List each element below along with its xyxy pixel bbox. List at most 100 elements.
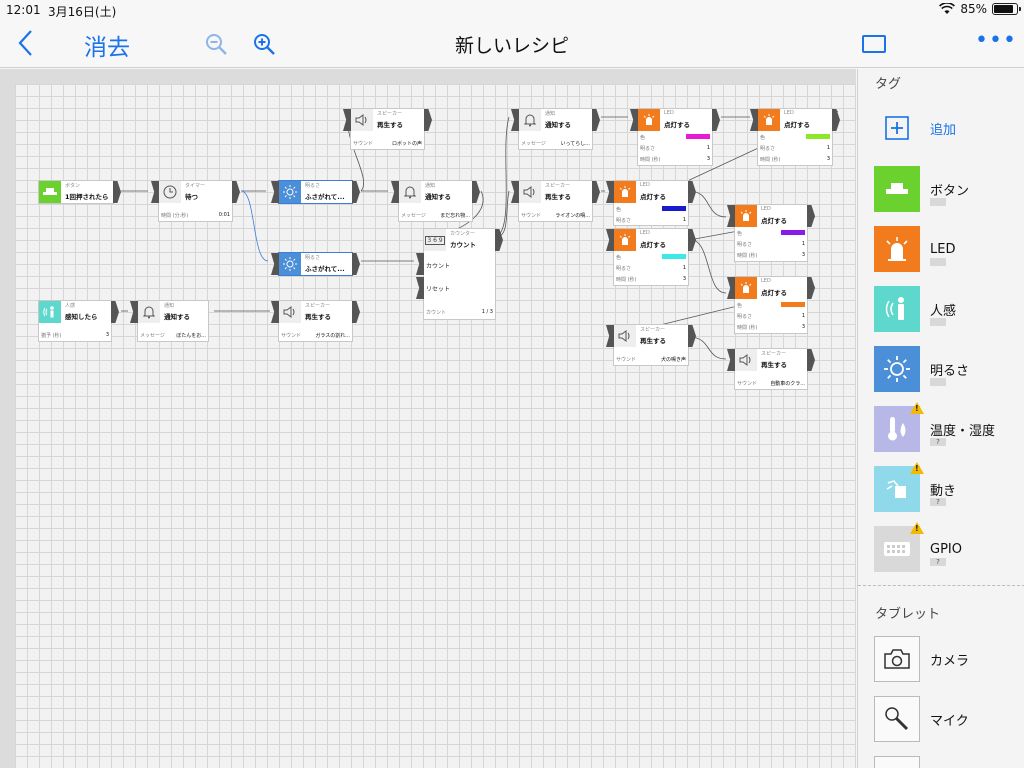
temperature-icon — [874, 402, 924, 452]
tag-item-button[interactable]: ボタン — [874, 165, 1024, 213]
row-label: サウンド — [737, 381, 758, 387]
node-row-bright: 明るさ 1 — [616, 265, 686, 272]
brightness-icon — [279, 253, 301, 275]
row-label: サウンド — [521, 213, 542, 219]
node-category: LED — [761, 206, 771, 212]
row-value: ガラスの割れ... — [315, 333, 350, 339]
status-date: 3月16日(土) — [48, 5, 117, 19]
wifi-icon — [939, 3, 956, 14]
tablet-item-camera[interactable]: カメラ — [874, 635, 1024, 683]
speaker-node-glass[interactable]: スピーカー 再生する サウンド ガラスの割れ... — [271, 300, 360, 342]
tag-battery-badge — [930, 258, 946, 266]
node-category: カウンター — [450, 231, 476, 237]
recipe-canvas[interactable]: ボタン 1回押されたら タイマー 待つ 時間 (分:秒) 0:01 明るさ ふさが… — [0, 69, 856, 768]
node-row-bright: 明るさ 1 — [737, 241, 805, 248]
node-action: 感知したら — [65, 313, 98, 321]
frame-view-button[interactable] — [862, 35, 886, 53]
node-action: 通知する — [425, 193, 451, 201]
row-label: サウンド — [616, 357, 637, 363]
erase-button[interactable]: 消去 — [84, 28, 130, 62]
tag-status-badge: ? — [930, 558, 946, 566]
led-node-1[interactable]: LED 点灯する 色 明るさ 1 時間 (秒) 3 — [630, 108, 720, 166]
row-value: まだ忘れ物... — [440, 213, 470, 219]
camera-icon — [874, 636, 920, 682]
led-node-5[interactable]: LED 点灯する 色 明るさ 1 時間 (秒) 3 — [727, 204, 815, 262]
speaker-node-dog[interactable]: スピーカー 再生する サウンド 犬の鳴き声 — [606, 324, 696, 366]
row-value: いってらし... — [560, 141, 590, 147]
node-row-color: 色 — [616, 254, 686, 261]
led-node-3[interactable]: LED 点灯する 色 明るさ 1 — [606, 180, 696, 226]
row-value: 1 — [682, 217, 686, 223]
brightness-icon — [874, 346, 920, 392]
speaker-node-lion[interactable]: スピーカー 再生する サウンド ライオンの鳴... — [511, 180, 600, 222]
node-action: 再生する — [305, 313, 331, 321]
brightness-node-1[interactable]: 明るさ ふさがれて... — [271, 180, 360, 204]
node-category: 明るさ — [305, 183, 321, 189]
led-node-4[interactable]: LED 点灯する 色 明るさ 1 時間 (秒) 3 — [606, 228, 696, 286]
row-label: 時間 (秒) — [737, 253, 758, 259]
counter-node[interactable]: 3 6 9 カウンター カウント カウント リセット カウント 1 / 3 — [416, 228, 503, 320]
row-label: 猶予 (秒) — [41, 333, 62, 339]
tag-sidebar[interactable]: タグ 追加 ボタン LED 人感 明るさ ! 温度・湿度 ? ! 動き ? ! … — [857, 69, 1024, 768]
node-row-time: 時間 (秒) 3 — [616, 276, 686, 283]
node-row-color: 色 — [760, 134, 830, 141]
node-row-bright: 明るさ 1 — [640, 145, 710, 152]
node-row: メッセージ いってらし... — [521, 140, 590, 147]
row-label: 色 — [737, 303, 743, 309]
speaker-node-robot[interactable]: スピーカー 再生する サウンド ロボットの声 — [343, 108, 432, 150]
row-value: 1 / 3 — [481, 309, 493, 315]
node-row: 猶予 (秒) 3 — [41, 332, 109, 339]
back-chevron-icon[interactable] — [14, 28, 38, 58]
led-color-swatch — [781, 230, 805, 235]
zoom-in-icon[interactable] — [252, 32, 276, 56]
notify-node-forgot[interactable]: 通知 通知する メッセージ まだ忘れ物... — [391, 180, 480, 222]
led-icon — [735, 205, 757, 227]
speaker-node-car[interactable]: スピーカー 再生する サウンド 自動車のクラ... — [727, 348, 815, 390]
more-options-button[interactable]: ••• — [975, 28, 1017, 53]
row-label: 時間 (秒) — [760, 157, 781, 163]
row-label: 時間 (分:秒) — [161, 213, 189, 219]
row-value: 3 — [706, 156, 710, 162]
button-icon — [39, 181, 61, 203]
button-trigger-node[interactable]: ボタン 1回押されたら — [38, 180, 121, 204]
human-sensor-node[interactable]: 人感 感知したら 猶予 (秒) 3 — [38, 300, 119, 342]
tablet-item-partial[interactable] — [874, 755, 1024, 768]
speaker-icon — [614, 325, 636, 347]
nav-bar: 消去 新しいレシピ ••• — [0, 20, 1024, 68]
led-color-swatch — [781, 302, 805, 307]
battery-percent: 85% — [960, 2, 987, 16]
node-row-time: 時間 (秒) 3 — [737, 252, 805, 259]
node-row: 時間 (分:秒) 0:01 — [161, 212, 230, 219]
led-node-2[interactable]: LED 点灯する 色 明るさ 1 時間 (秒) 3 — [750, 108, 840, 166]
node-category: 人感 — [65, 303, 76, 309]
tag-item-temperature[interactable]: 温度・湿度 ? — [874, 402, 1024, 453]
node-row-time: 時間 (秒) 3 — [640, 156, 710, 163]
motion-icon — [874, 462, 924, 512]
row-label: カウント — [426, 310, 447, 316]
node-action: 再生する — [545, 193, 571, 201]
timer-node[interactable]: タイマー 待つ 時間 (分:秒) 0:01 — [151, 180, 240, 222]
row-label: 時間 (秒) — [737, 325, 758, 331]
bell-icon — [519, 109, 541, 131]
tag-item-gpio[interactable]: GPIO ? — [874, 522, 1024, 573]
node-action: 点灯する — [640, 193, 666, 201]
gpio-icon — [874, 522, 924, 572]
tag-item-human[interactable]: 人感 — [874, 285, 1024, 333]
led-node-6[interactable]: LED 点灯する 色 明るさ 1 時間 (秒) 3 — [727, 276, 815, 334]
brightness-node-2[interactable]: 明るさ ふさがれて... — [271, 252, 360, 276]
tag-item-label: ボタン — [930, 183, 970, 199]
add-tag-button[interactable]: 追加 — [874, 104, 1024, 152]
row-value: 3 — [105, 332, 109, 338]
zoom-out-icon[interactable] — [204, 32, 228, 56]
tag-item-motion[interactable]: 動き ? — [874, 462, 1024, 513]
tag-item-led[interactable]: LED — [874, 225, 1024, 273]
tag-status-badge: ? — [930, 438, 946, 446]
notify-node-button[interactable]: 通知 通知する メッセージ ぼたんをお... — [130, 300, 209, 342]
notify-node-top[interactable]: 通知 通知する メッセージ いってらし... — [511, 108, 600, 150]
tablet-item-label: マイク — [930, 713, 969, 729]
tag-item-brightness[interactable]: 明るさ — [874, 345, 1024, 393]
node-action: 再生する — [761, 361, 787, 369]
tablet-item-microphone[interactable]: マイク — [874, 695, 1024, 743]
row-label: 色 — [760, 135, 766, 141]
row-value: 1 — [801, 241, 805, 247]
